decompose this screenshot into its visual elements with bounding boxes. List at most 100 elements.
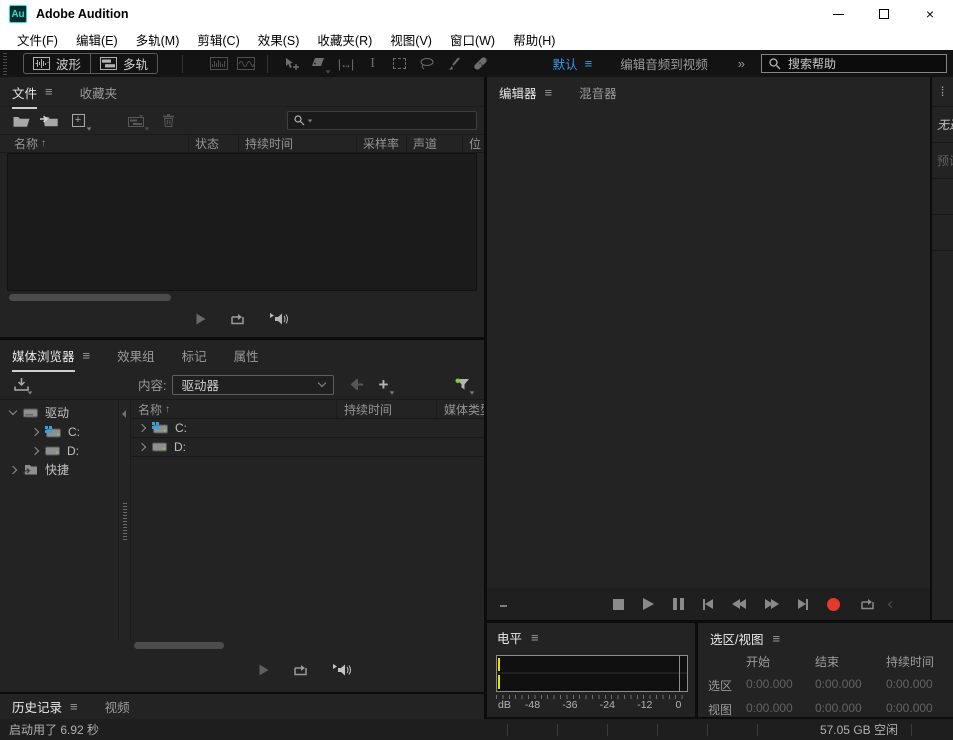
import-file-button[interactable] — [35, 110, 63, 132]
skip-to-end-icon[interactable] — [798, 599, 808, 610]
add-shortcut-button[interactable]: + — [370, 374, 396, 396]
spectral-waveform-button[interactable] — [232, 53, 259, 75]
waveform-view-button[interactable]: 波形 — [24, 54, 90, 73]
transport-overflow-chevron-icon[interactable] — [888, 600, 895, 607]
files-panel-menu-icon[interactable]: ≡ — [45, 85, 53, 98]
close-button[interactable]: × — [907, 0, 953, 28]
editor-canvas[interactable] — [487, 107, 930, 588]
menu-clip[interactable]: 剪辑(C) — [188, 30, 248, 49]
media-column-name[interactable]: 名称↑ — [131, 400, 336, 418]
tab-video[interactable]: 视频 — [105, 694, 130, 719]
column-bit-depth[interactable]: 位 — [462, 135, 484, 152]
media-column-type[interactable]: 媒体类型 — [436, 400, 484, 418]
tab-properties[interactable]: 属性 — [234, 340, 259, 372]
slip-tool-button[interactable]: |↔| — [332, 53, 359, 75]
chevron-right-icon[interactable] — [31, 427, 39, 435]
time-selection-tool-button[interactable]: I — [359, 53, 386, 75]
media-import-button[interactable] — [8, 374, 34, 396]
multitrack-view-button[interactable]: 多轨 — [90, 54, 157, 73]
workspace-default[interactable]: 默认 ≡ — [553, 54, 593, 73]
paintbrush-tool-button[interactable] — [440, 53, 467, 75]
tree-item-drives[interactable]: 驱动 — [0, 403, 118, 422]
menu-view[interactable]: 视图(V) — [381, 30, 441, 49]
marquee-selection-tool-button[interactable] — [386, 53, 413, 75]
chevron-right-icon[interactable] — [31, 446, 39, 454]
menu-effects[interactable]: 效果(S) — [249, 30, 309, 49]
view-duration-value[interactable]: 0:00.000 — [886, 701, 953, 717]
filter-button[interactable] — [448, 374, 476, 396]
new-media-button[interactable]: + — [63, 110, 93, 132]
media-column-duration[interactable]: 持续时间 — [336, 400, 436, 418]
loop-icon[interactable] — [859, 597, 876, 611]
selection-end-value[interactable]: 0:00.000 — [815, 677, 886, 694]
tab-favorites[interactable]: 收藏夹 — [80, 77, 118, 109]
column-duration[interactable]: 持续时间 — [238, 135, 356, 152]
rewind-icon[interactable] — [732, 599, 746, 609]
play-icon[interactable] — [197, 314, 206, 325]
media-horizontal-scrollbar[interactable] — [134, 642, 224, 649]
loop-icon[interactable] — [229, 312, 246, 326]
razor-tool-button[interactable] — [305, 53, 332, 75]
media-row-drive-d[interactable]: D: — [131, 438, 484, 457]
column-sample-rate[interactable]: 采样率 — [356, 135, 406, 152]
media-browser-panel-menu-icon[interactable]: ≡ — [83, 349, 91, 362]
selection-start-value[interactable]: 0:00.000 — [746, 677, 815, 694]
column-channels[interactable]: 声道 — [406, 135, 462, 152]
clipped-panel-menu[interactable]: ⁞ — [932, 77, 953, 107]
pause-icon[interactable] — [673, 598, 684, 610]
menu-help[interactable]: 帮助(H) — [504, 30, 564, 49]
view-start-value[interactable]: 0:00.000 — [746, 701, 815, 717]
stop-icon[interactable] — [613, 599, 624, 610]
column-status[interactable]: 状态 — [188, 135, 238, 152]
lasso-selection-tool-button[interactable] — [413, 53, 440, 75]
selection-duration-value[interactable]: 0:00.000 — [886, 677, 953, 694]
spectral-frequency-button[interactable] — [205, 53, 232, 75]
files-horizontal-scrollbar[interactable] — [9, 294, 171, 301]
files-search-input[interactable] — [315, 114, 470, 128]
auto-play-icon[interactable] — [332, 663, 351, 677]
minimize-button[interactable] — [815, 0, 861, 28]
back-button[interactable] — [342, 374, 370, 396]
insert-into-multitrack-button[interactable] — [121, 110, 151, 132]
tab-media-browser[interactable]: 媒体浏览器 ≡ — [12, 340, 90, 372]
workspace-edit-audio-to-video[interactable]: 编辑音频到视频 — [620, 54, 708, 73]
delete-button[interactable] — [155, 110, 181, 132]
chevron-right-icon[interactable] — [138, 424, 146, 432]
play-icon[interactable] — [259, 665, 268, 676]
workspace-overflow-chevron[interactable]: » — [738, 56, 745, 71]
column-name[interactable]: 名称↑ — [0, 135, 188, 152]
view-end-value[interactable]: 0:00.000 — [815, 701, 886, 717]
toolbar-grip[interactable] — [2, 53, 9, 75]
menu-edit[interactable]: 编辑(E) — [67, 30, 127, 49]
chevron-down-icon[interactable] — [9, 407, 17, 415]
tab-files[interactable]: 文件 ≡ — [12, 77, 53, 109]
tab-history[interactable]: 历史记录 ≡ — [12, 694, 78, 719]
auto-play-icon[interactable] — [269, 312, 288, 326]
move-tool-button[interactable] — [278, 53, 305, 75]
tree-item-shortcuts[interactable]: 快捷 — [0, 460, 118, 479]
tab-mixer[interactable]: 混音器 — [579, 77, 617, 109]
files-list[interactable] — [7, 153, 477, 291]
editor-panel-menu-icon[interactable]: ≡ — [545, 86, 553, 99]
presets-label[interactable]: 预设 — [932, 143, 953, 179]
loop-icon[interactable] — [292, 663, 309, 677]
maximize-button[interactable] — [861, 0, 907, 28]
media-row-drive-c[interactable]: C: — [131, 419, 484, 438]
menu-file[interactable]: 文件(F) — [8, 30, 67, 49]
chevron-right-icon[interactable] — [9, 465, 17, 473]
help-search-input[interactable] — [788, 57, 939, 71]
fast-forward-icon[interactable] — [765, 599, 779, 609]
tree-item-drive-c[interactable]: C: — [0, 422, 118, 441]
menu-window[interactable]: 窗口(W) — [441, 30, 504, 49]
record-icon[interactable] — [827, 598, 840, 611]
selection-view-panel-menu-icon[interactable]: ≡ — [772, 632, 780, 645]
open-file-button[interactable] — [7, 110, 35, 132]
levels-panel-menu-icon[interactable]: ≡ — [531, 631, 539, 644]
tab-editor[interactable]: 编辑器 ≡ — [499, 77, 552, 109]
tree-splitter[interactable] — [118, 400, 131, 639]
content-dropdown[interactable]: 驱动器 — [172, 375, 334, 395]
level-meter[interactable] — [496, 655, 688, 692]
tree-item-drive-d[interactable]: D: — [0, 441, 118, 460]
tab-markers[interactable]: 标记 — [182, 340, 207, 372]
menu-multitrack[interactable]: 多轨(M) — [127, 30, 189, 49]
